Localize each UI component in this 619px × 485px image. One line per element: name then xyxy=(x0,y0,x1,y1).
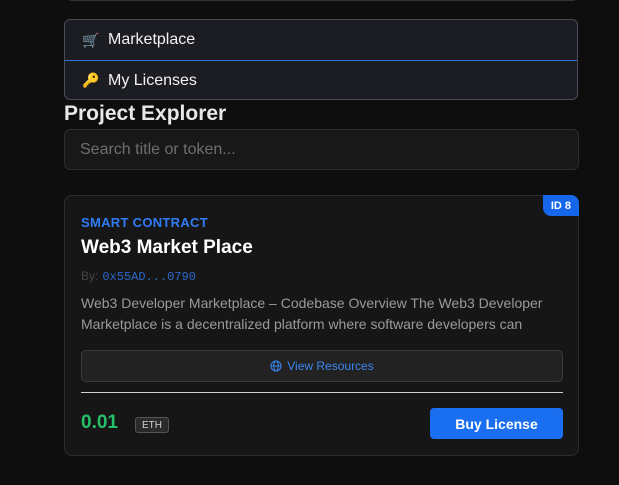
cart-icon: 🛒 xyxy=(82,31,100,48)
page: 🛒 Marketplace 🔑 My Licenses Project Expl… xyxy=(0,0,619,485)
card-divider xyxy=(81,392,563,393)
by-label: By: xyxy=(81,269,99,283)
nav-item-label: Marketplace xyxy=(108,31,196,48)
page-title: Project Explorer xyxy=(64,102,227,125)
buy-license-button[interactable]: Buy License xyxy=(430,408,563,439)
globe-icon xyxy=(270,360,282,372)
previous-panel-edge xyxy=(64,0,580,1)
project-description: Web3 Developer Marketplace – Codebase Ov… xyxy=(81,295,543,332)
currency-badge: ETH xyxy=(135,417,169,433)
id-badge: ID 8 xyxy=(542,195,579,216)
main-nav: 🛒 Marketplace 🔑 My Licenses xyxy=(64,19,578,100)
key-icon: 🔑 xyxy=(82,72,100,88)
price-value: 0.01 xyxy=(81,412,118,433)
nav-item-label: My Licenses xyxy=(108,71,197,89)
search-input[interactable] xyxy=(64,129,579,170)
view-resources-button[interactable]: View Resources xyxy=(81,350,563,382)
byline: By: 0x55AD...0790 xyxy=(81,269,196,284)
nav-item-my-licenses[interactable]: 🔑 My Licenses xyxy=(65,60,577,99)
nav-item-marketplace[interactable]: 🛒 Marketplace xyxy=(65,20,577,60)
author-address: 0x55AD...0790 xyxy=(102,270,196,284)
view-resources-label: View Resources xyxy=(287,359,374,373)
project-title: Web3 Market Place xyxy=(81,237,253,258)
category-label: SMART CONTRACT xyxy=(81,215,208,230)
project-card: ID 8 SMART CONTRACT Web3 Market Place By… xyxy=(64,195,579,456)
